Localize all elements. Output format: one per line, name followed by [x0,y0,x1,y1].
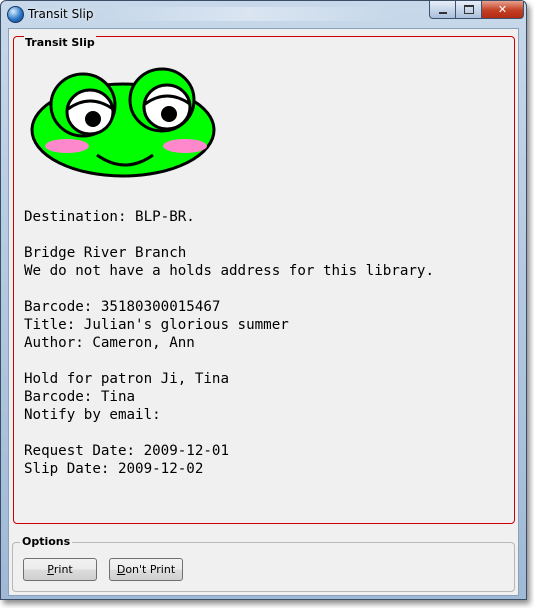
print-mnemonic: P [47,563,54,576]
frog-icon [30,67,216,178]
slip-line: Hold for patron Ji, Tina [24,371,229,387]
globe-icon[interactable] [7,6,24,23]
slip-blank-line [24,352,434,370]
slip-line: Destination: BLP-BR. [24,209,195,225]
dont-print-button[interactable]: Don't Print [109,558,183,581]
frog-right-cheek [163,139,207,153]
transit-slip-window: Transit Slip ✕ Transit Slip Destination:… [0,0,527,600]
title-bar-glare [99,7,399,21]
frog-right-pupil [161,106,177,122]
minimize-button[interactable] [429,1,456,19]
transit-slip-panel: Transit Slip Destination: BLP-BR. Bridge … [13,36,515,524]
print-button[interactable]: Print [23,558,97,581]
slip-line: Title: Julian's glorious summer [24,317,289,333]
options-group: Options Print Don't Print [12,535,515,592]
slip-line: Author: Cameron, Ann [24,335,195,351]
print-label-rest: rint [53,563,73,576]
slip-line: Notify by email: [24,407,161,423]
slip-panel-label: Transit Slip [24,36,96,49]
frog-left-cheek [45,139,89,153]
dont-print-label-rest: on't Print [125,563,176,576]
dont-print-mnemonic: D [116,563,126,576]
slip-blank-line [24,424,434,442]
maximize-icon [463,5,474,14]
close-icon: ✕ [497,3,508,16]
maximize-button[interactable] [455,1,482,19]
options-label: Options [20,535,73,548]
slip-text: Destination: BLP-BR. Bridge River Branch W… [24,208,434,478]
minimize-icon [438,11,447,14]
client-area: Transit Slip Destination: BLP-BR. Bridge … [8,28,519,596]
frog-left-pupil [85,111,101,127]
slip-line: Request Date: 2009-12-01 [24,443,229,459]
slip-blank-line [24,280,434,298]
slip-line: Barcode: 35180300015467 [24,299,221,315]
slip-line: We do not have a holds address for this … [24,263,434,279]
title-bar[interactable]: Transit Slip ✕ [1,1,526,27]
slip-line: Barcode: Tina [24,389,136,405]
close-button[interactable]: ✕ [481,1,524,19]
slip-line: Bridge River Branch [24,245,187,261]
window-title: Transit Slip [28,7,94,21]
slip-blank-line [24,226,434,244]
slip-line: Slip Date: 2009-12-02 [24,461,204,477]
